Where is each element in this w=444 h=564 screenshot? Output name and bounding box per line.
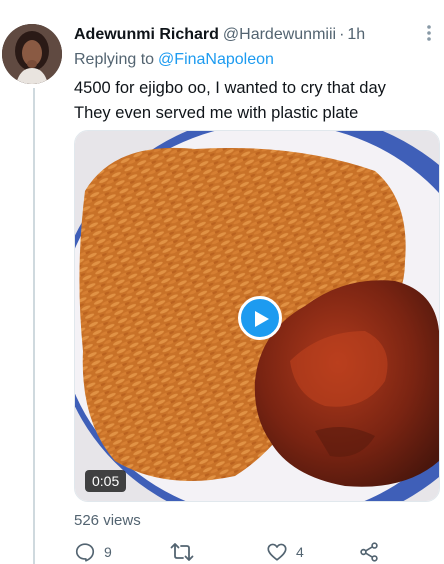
thread-line xyxy=(33,88,35,564)
share-icon xyxy=(360,542,378,562)
like-button[interactable]: 4 xyxy=(266,540,304,564)
video-duration-badge: 0:05 xyxy=(85,470,127,492)
share-button[interactable] xyxy=(358,540,380,564)
tweet-card[interactable]: Adewunmi Richard @Hardewunmiii · 1h Replyin… xyxy=(0,0,444,564)
replying-to: Replying to @FinaNapoleon xyxy=(74,49,274,71)
mention-link[interactable]: @FinaNapoleon xyxy=(158,51,274,68)
avatar[interactable] xyxy=(2,24,62,84)
more-options-icon[interactable] xyxy=(420,22,438,44)
video-player[interactable]: 0:05 xyxy=(74,130,440,502)
tweet-text: 4500 for ejigbo oo, I wanted to cry that… xyxy=(74,76,434,126)
replying-prefix: Replying to xyxy=(74,51,155,68)
retweet-icon xyxy=(170,543,194,561)
tweet-text-line: 4500 for ejigbo oo, I wanted to cry that… xyxy=(74,79,386,97)
display-name[interactable]: Adewunmi Richard xyxy=(74,26,219,43)
user-handle[interactable]: @Hardewunmiii xyxy=(223,26,336,43)
view-count: 526 views xyxy=(74,512,141,529)
retweet-button[interactable] xyxy=(170,540,202,564)
play-button[interactable] xyxy=(238,296,282,340)
action-bar: 9 4 xyxy=(74,540,414,564)
like-count: 4 xyxy=(296,544,304,560)
reply-button[interactable]: 9 xyxy=(74,540,112,564)
heart-icon xyxy=(267,543,287,561)
tweet-time[interactable]: 1h xyxy=(347,26,365,43)
play-icon xyxy=(255,311,269,327)
tweet-text-line: They even served me with plastic plate xyxy=(74,104,359,122)
tweet-header: Adewunmi Richard @Hardewunmiii · 1h xyxy=(74,24,365,46)
reply-icon xyxy=(75,543,95,562)
reply-count: 9 xyxy=(104,544,112,560)
separator-dot: · xyxy=(339,26,345,43)
